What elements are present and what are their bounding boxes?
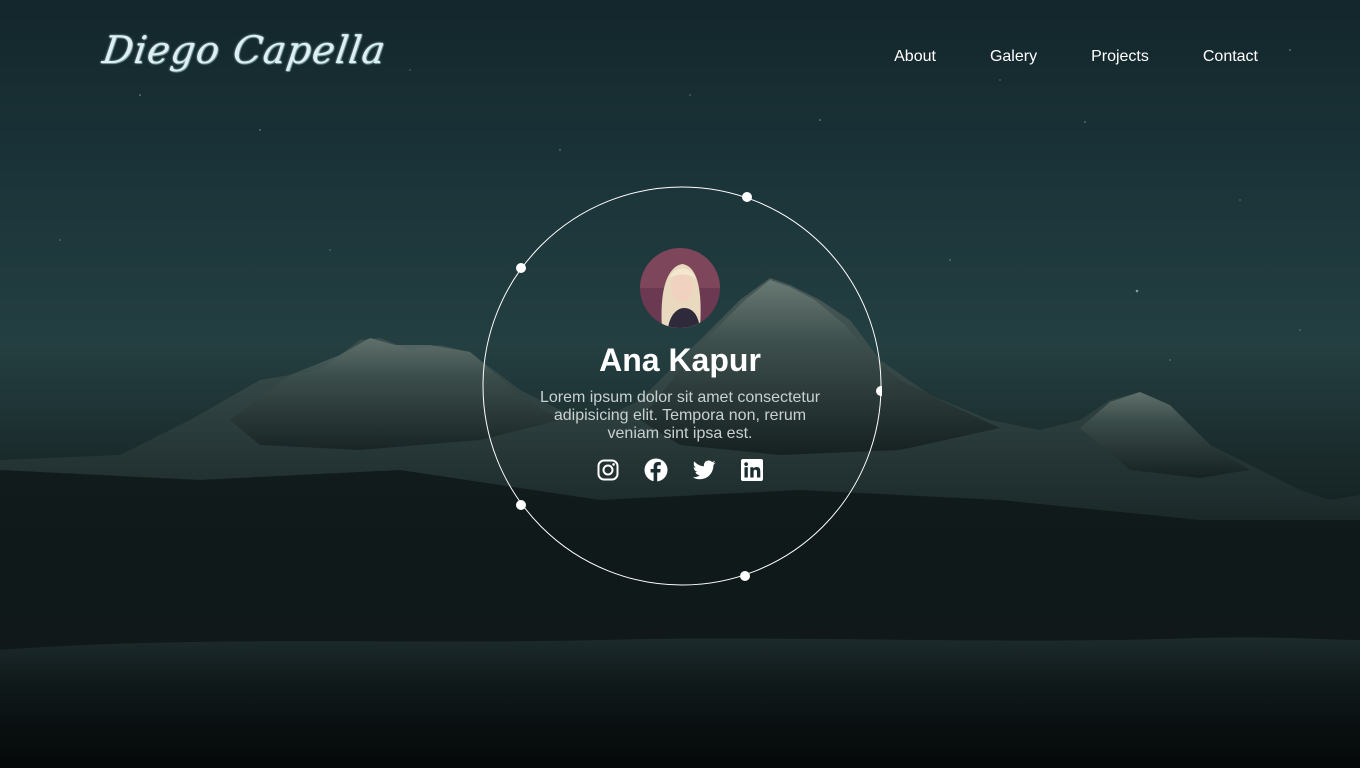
nav-link-about[interactable]: About [894,48,936,66]
orbit-dot [740,571,750,581]
orbit-dot [516,500,526,510]
orbit-dot [742,192,752,202]
nav-link-projects[interactable]: Projects [1091,48,1149,66]
site-logo[interactable]: Diego Capella [100,28,389,72]
orbit-dot [516,263,526,273]
avatar [640,248,720,328]
orbit-ring [482,186,882,586]
nav-link-contact[interactable]: Contact [1203,48,1258,66]
site-header: Diego Capella About Galery Projects Cont… [0,0,1360,110]
linkedin-icon[interactable] [740,458,764,482]
twitter-icon[interactable] [692,458,716,482]
orbit-dot [876,386,882,396]
facebook-icon[interactable] [644,458,668,482]
profile-card: Ana Kapur Lorem ipsum dolor sit amet con… [482,186,882,586]
avatar-portrait-image [640,248,720,328]
instagram-icon[interactable] [596,458,620,482]
profile-name: Ana Kapur [599,342,761,378]
nav-link-galery[interactable]: Galery [990,48,1037,66]
landing-page: Diego Capella About Galery Projects Cont… [0,0,1360,768]
main-nav: About Galery Projects Contact [840,48,1258,66]
social-links [482,458,878,482]
profile-bio: Lorem ipsum dolor sit amet consectetur a… [539,389,821,442]
